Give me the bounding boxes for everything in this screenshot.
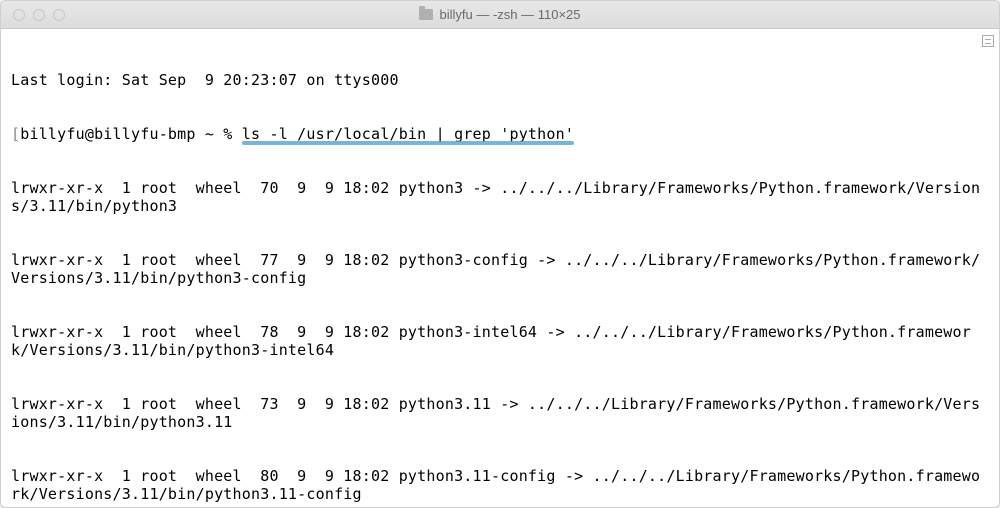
window-title: billyfu — -zsh — 110×25 [1,7,999,22]
close-icon[interactable] [13,9,25,21]
terminal-body[interactable]: Last login: Sat Sep 9 20:23:07 on ttys00… [1,29,999,508]
output-line: lrwxr-xr-x 1 root wheel 70 9 9 18:02 pyt… [11,179,980,215]
zoom-icon[interactable] [53,9,65,21]
traffic-lights [1,9,65,21]
output-line: lrwxr-xr-x 1 root wheel 77 9 9 18:02 pyt… [11,251,980,287]
output-line: lrwxr-xr-x 1 root wheel 80 9 9 18:02 pyt… [11,467,980,503]
output-line: lrwxr-xr-x 1 root wheel 73 9 9 18:02 pyt… [11,395,980,431]
window-title-text: billyfu — -zsh — 110×25 [439,7,580,22]
last-login-line: Last login: Sat Sep 9 20:23:07 on ttys00… [11,71,399,89]
titlebar: billyfu — -zsh — 110×25 [1,1,999,29]
output-line: lrwxr-xr-x 1 root wheel 78 9 9 18:02 pyt… [11,323,971,359]
prompt: billyfu@billyfu-bmp ~ % [20,125,242,143]
terminal-window: billyfu — -zsh — 110×25 Last login: Sat … [0,0,1000,508]
minimize-icon[interactable] [33,9,45,21]
folder-icon [419,9,433,20]
command-ls: ls -l /usr/local/bin | grep 'python' [242,125,574,143]
